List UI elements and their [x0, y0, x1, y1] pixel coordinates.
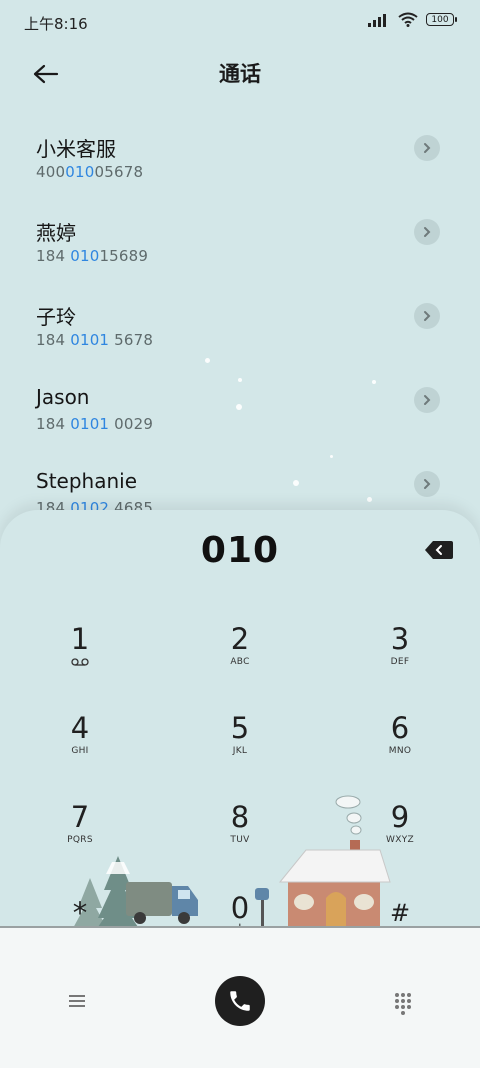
snowflake	[205, 358, 210, 363]
key-hash[interactable]: #	[340, 896, 460, 927]
backspace-button[interactable]	[424, 540, 454, 560]
status-time: 上午8:16	[24, 15, 88, 33]
phone-icon	[230, 991, 250, 1011]
page-title: 通话	[219, 62, 261, 86]
snowflake	[293, 480, 299, 486]
chevron-right-icon	[424, 227, 431, 237]
contact-item[interactable]: 子玲 184 0101 5678	[0, 293, 480, 377]
snowflake	[330, 455, 333, 458]
contact-detail-button[interactable]	[414, 219, 440, 245]
call-button[interactable]	[215, 976, 265, 1026]
contact-detail-button[interactable]	[414, 387, 440, 413]
key-0[interactable]: 0 +	[180, 891, 300, 936]
key-5[interactable]: 5 JKL	[180, 711, 300, 791]
contact-detail-button[interactable]	[414, 303, 440, 329]
backspace-icon	[425, 541, 453, 559]
snowflake	[238, 378, 242, 382]
contact-name: Stephanie	[36, 469, 138, 493]
dialed-number[interactable]: 010	[0, 530, 480, 571]
key-1[interactable]: 1	[20, 622, 140, 702]
contact-item[interactable]: 燕婷 184 01015689	[0, 209, 480, 293]
key-2[interactable]: 2 ABC	[180, 622, 300, 702]
contact-number: 184 01015689	[36, 247, 149, 265]
contact-list[interactable]: 小米客服 40001005678 燕婷 184 01015689 子玲 184 …	[0, 125, 480, 515]
menu-button[interactable]	[62, 988, 92, 1014]
dialpad-toggle-button[interactable]	[388, 988, 418, 1018]
contact-item[interactable]: Jason 184 0101 0029	[0, 377, 480, 461]
contact-name: Jason	[36, 385, 90, 409]
status-bar: 上午8:16 100	[0, 0, 480, 46]
snowflake	[372, 380, 376, 384]
contact-name: 子玲	[36, 305, 76, 329]
menu-icon	[69, 995, 85, 1007]
contact-name: 小米客服	[36, 137, 116, 161]
key-3[interactable]: 3 DEF	[340, 622, 460, 702]
key-6[interactable]: 6 MNO	[340, 711, 460, 791]
battery-indicator: 100	[426, 13, 457, 26]
signal-icon	[368, 13, 386, 27]
contact-number: 184 0101 0029	[36, 415, 154, 433]
contact-name: 燕婷	[36, 221, 76, 245]
contact-number: 184 0101 5678	[36, 331, 154, 349]
contact-item[interactable]: Stephanie 184 0102 4685	[0, 461, 480, 515]
contact-number: 40001005678	[36, 163, 144, 181]
chevron-right-icon	[424, 143, 431, 153]
bottom-action-bar	[0, 926, 480, 1068]
wifi-icon	[398, 12, 418, 27]
status-icons: 100	[368, 12, 457, 27]
contact-detail-button[interactable]	[414, 135, 440, 161]
snowflake	[367, 497, 372, 502]
contact-item[interactable]: 小米客服 40001005678	[0, 125, 480, 209]
key-4[interactable]: 4 GHI	[20, 711, 140, 791]
contact-detail-button[interactable]	[414, 471, 440, 497]
snowflake	[236, 404, 242, 410]
chevron-right-icon	[424, 479, 431, 489]
chevron-right-icon	[424, 311, 431, 321]
chevron-right-icon	[424, 395, 431, 405]
dialpad-icon	[395, 993, 411, 1015]
voicemail-icon	[71, 658, 89, 666]
header: 通话	[0, 46, 480, 100]
